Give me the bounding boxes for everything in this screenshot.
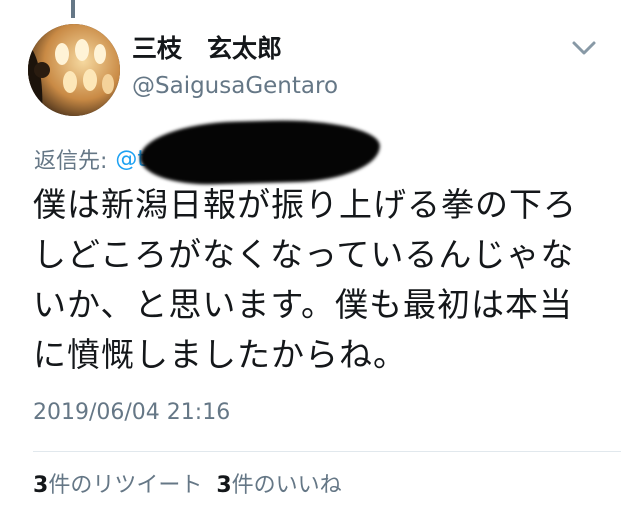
redaction-mark [139,117,381,187]
author-handle[interactable]: @SaigusaGentaro [132,75,338,98]
tweet-stats: 3件のリツイート 3件のいいね [33,467,342,499]
retweet-count: 3 [33,473,49,498]
retweet-label: 件のリツイート [48,473,203,498]
tweet-timestamp[interactable]: 2019/06/04 21:16 [33,400,230,425]
avatar[interactable] [28,24,120,116]
author-display-name[interactable]: 三枝 玄太郎 [132,36,282,61]
avatar-image [28,24,120,116]
reply-to-row: 返信先: @ts [34,142,158,176]
like-label: 件のいいね [231,473,342,498]
reply-to-label: 返信先: [34,149,108,174]
thread-connector-line [71,0,75,18]
like-count: 3 [216,473,232,498]
tweet-text: 僕は新潟日報が振り上げる拳の下ろしどころがなくなっているんじゃないか、と思います… [33,185,577,374]
tweet-detail: 三枝 玄太郎 @SaigusaGentaro 返信先: @ts 僕は新潟日報が振… [0,0,621,507]
retweet-stat[interactable]: 3件のリツイート [33,467,202,499]
divider [33,451,621,452]
chevron-down-icon[interactable] [569,38,599,60]
like-stat[interactable]: 3件のいいね [216,467,341,499]
